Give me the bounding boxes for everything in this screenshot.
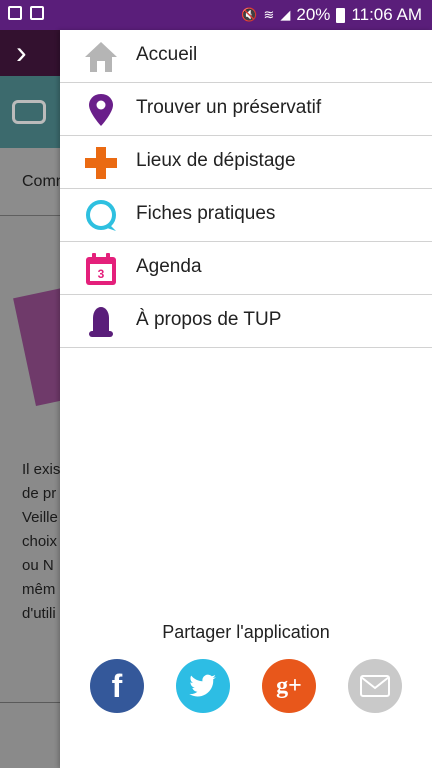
navigation-drawer: Accueil Trouver un préservatif Lieux de …	[60, 30, 432, 768]
chat-bubble-icon	[86, 200, 116, 231]
medical-cross-icon	[85, 147, 117, 179]
condom-icon	[89, 307, 113, 337]
header-illustration-icon	[12, 100, 46, 124]
photo-icon	[30, 6, 44, 20]
wifi-icon: ≋	[263, 7, 275, 22]
background-topbar: ›	[0, 30, 60, 76]
background-tab: Comm	[0, 148, 69, 216]
background-header	[0, 76, 60, 148]
chevron-right-icon[interactable]: ›	[16, 34, 27, 70]
mute-icon: 🔇	[241, 7, 258, 22]
menu-label: Fiches pratiques	[136, 203, 276, 224]
menu-label: Lieux de dépistage	[136, 150, 296, 171]
menu-item-a-propos[interactable]: À propos de TUP	[60, 295, 432, 348]
menu-item-trouver-preservatif[interactable]: Trouver un préservatif	[60, 83, 432, 136]
menu-label: Trouver un préservatif	[136, 97, 322, 118]
clock: 11:06 AM	[351, 5, 422, 24]
email-share-button[interactable]	[348, 659, 402, 713]
menu-item-agenda[interactable]: 3 Agenda	[60, 242, 432, 295]
battery-icon	[336, 7, 346, 23]
calendar-badge: 3	[98, 267, 105, 281]
location-pin-icon	[89, 94, 113, 126]
menu-item-fiches-pratiques[interactable]: Fiches pratiques	[60, 189, 432, 242]
twitter-icon	[189, 674, 216, 697]
battery-percent: 20%	[296, 5, 331, 24]
facebook-share-button[interactable]: f	[90, 659, 144, 713]
gallery-icon	[8, 6, 22, 20]
menu-item-lieux-depistage[interactable]: Lieux de dépistage	[60, 136, 432, 189]
google-plus-share-button[interactable]: g+	[262, 659, 316, 713]
menu-label: Accueil	[136, 44, 198, 65]
email-icon	[360, 675, 390, 697]
menu-label: Agenda	[136, 256, 202, 277]
background-body-text: Il exis de pr Veille choix ou N mêm d'ut…	[22, 461, 60, 622]
twitter-share-button[interactable]	[176, 659, 230, 713]
background-divider	[0, 702, 60, 703]
home-icon	[85, 42, 117, 72]
facebook-icon: f	[111, 667, 123, 704]
menu-label: À propos de TUP	[136, 309, 282, 330]
signal-icon: ◢	[280, 7, 291, 22]
calendar-icon: 3	[86, 253, 116, 285]
menu-item-accueil[interactable]: Accueil	[60, 30, 432, 83]
status-bar: 🔇 ≋ ◢ 20% 11:06 AM	[0, 0, 432, 30]
share-heading: Partager l'application	[162, 622, 330, 642]
google-plus-icon: g+	[276, 672, 302, 699]
share-buttons: f g+	[90, 659, 402, 713]
